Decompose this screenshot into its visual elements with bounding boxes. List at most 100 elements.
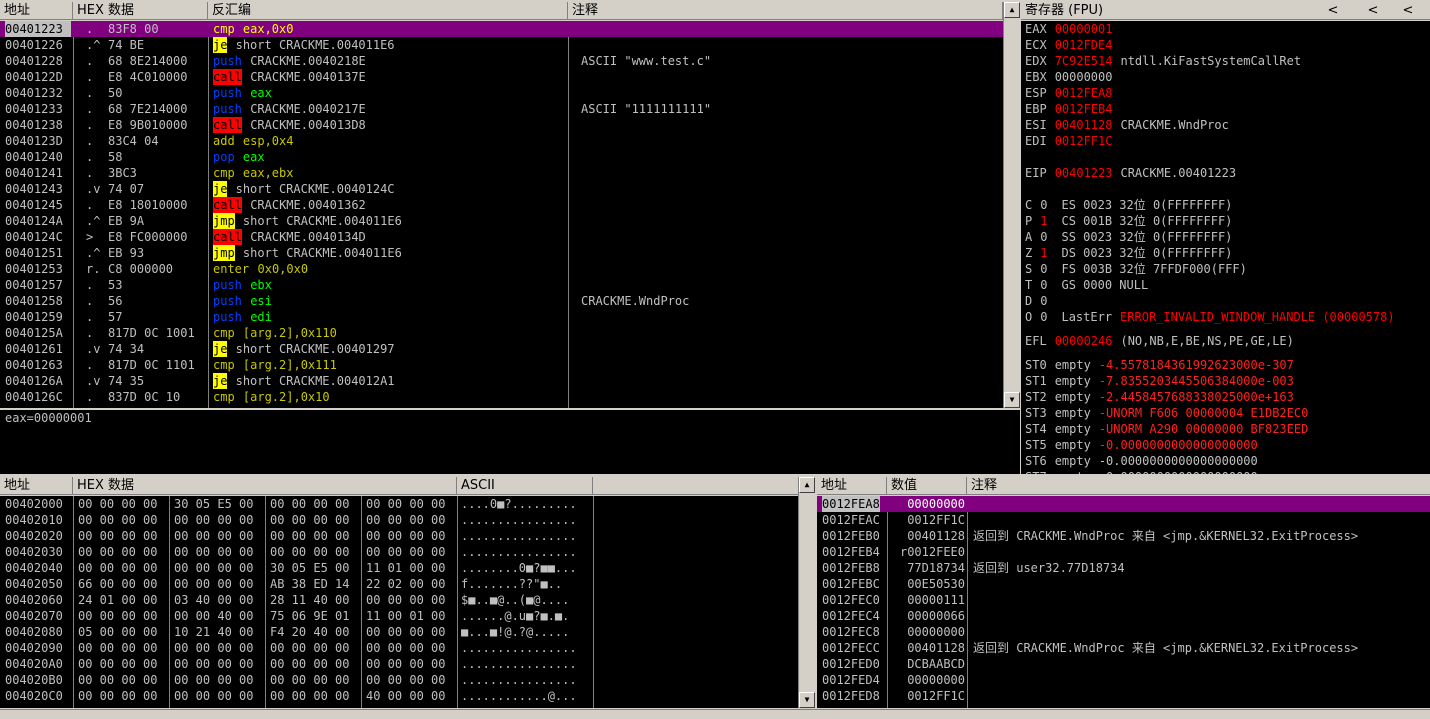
dump-hex-group[interactable]: 00 00 00 00 xyxy=(78,528,157,544)
efl-row[interactable]: EFL 00000246 (NO,NB,E,BE,NS,PE,GE,LE) xyxy=(1025,333,1430,349)
dump-hex-group[interactable]: 00 00 00 00 xyxy=(270,640,349,656)
dump-hex-group[interactable]: 00 00 00 00 xyxy=(366,496,445,512)
stack-value[interactable]: 00401128 xyxy=(895,640,965,656)
dump-hex-group[interactable]: 00 00 40 00 xyxy=(174,608,253,624)
fpu-row[interactable]: ST1 empty -7.8355203445506384000e-003 xyxy=(1025,373,1430,389)
stack-value[interactable]: 00000111 xyxy=(895,592,965,608)
dump-hex-group[interactable]: 22 02 00 00 xyxy=(366,576,445,592)
register-value[interactable]: 0012FEB4 xyxy=(1055,102,1113,116)
dump-row[interactable]: 00402000 00 00 00 00 30 05 E5 00 00 00 00 0… xyxy=(0,496,798,512)
register-value[interactable]: 00401223 xyxy=(1055,166,1113,180)
flag-bit[interactable]: 1 xyxy=(1040,214,1047,228)
dump-row[interactable]: 00402030 00 00 00 00 00 00 00 00 00 00 00 0… xyxy=(0,544,798,560)
dump-scrollbar[interactable]: ▲ ▼ xyxy=(798,477,815,708)
flag-row[interactable]: C 0 ES 0023 32位 0(FFFFFFFF) xyxy=(1025,197,1430,213)
dump-hex-group[interactable]: 00 00 00 00 xyxy=(174,688,253,704)
dump-hex-group[interactable]: 00 00 00 00 xyxy=(366,512,445,528)
stack-value[interactable]: 00401128 xyxy=(895,528,965,544)
fpu-value[interactable]: -0.0000000000000000000 xyxy=(1099,438,1258,452)
dump-hex-group[interactable]: 11 00 01 00 xyxy=(366,608,445,624)
dump-hex-group[interactable]: 00 00 00 00 xyxy=(78,512,157,528)
fpu-row[interactable]: ST7 empty -0.0000000000000000000 xyxy=(1025,469,1430,474)
register-row-eip[interactable]: EIP 00401223 CRACKME.00401223 xyxy=(1025,165,1430,181)
regs-nav-3[interactable]: < xyxy=(1391,2,1421,19)
stack-row[interactable]: 0012FED0 DCBAABCD xyxy=(817,656,1430,672)
stack-row[interactable]: 0012FEBC 00E50530 xyxy=(817,576,1430,592)
disasm-row[interactable]: 00401261 .v 74 34 je short CRACKME.00401297 xyxy=(0,341,1003,357)
dump-pane[interactable]: 00402000 00 00 00 00 30 05 E5 00 00 00 00 0… xyxy=(0,496,798,708)
disasm-row[interactable]: 00401240. 58 pop eax xyxy=(0,149,1003,165)
dump-row[interactable]: 00402060 24 01 00 00 03 40 00 00 28 11 40 0… xyxy=(0,592,798,608)
dump-hex-group[interactable]: 00 00 00 00 xyxy=(174,672,253,688)
stack-row[interactable]: 0012FECC 00401128 返回到 CRACKME.WndProc 来自 <… xyxy=(817,640,1430,656)
register-row[interactable]: EDI 0012FF1C xyxy=(1025,133,1430,149)
stack-row[interactable]: 0012FED4 00000000 xyxy=(817,672,1430,688)
dump-hex-group[interactable]: 00 00 00 00 xyxy=(174,544,253,560)
disasm-pane[interactable]: 00401223. 83F8 00 cmp eax,0x0 00401226 .^ 74 B… xyxy=(0,21,1003,408)
dump-hex-group[interactable]: 00 00 00 00 xyxy=(174,640,253,656)
scroll-down-icon[interactable]: ▼ xyxy=(799,692,815,708)
dump-hex-group[interactable]: 00 00 00 00 xyxy=(78,560,157,576)
stack-row[interactable]: 0012FEB8 77D18734 返回到 user32.77D18734 xyxy=(817,560,1430,576)
dump-hex-group[interactable]: 00 00 00 00 xyxy=(174,656,253,672)
registers-pane[interactable]: EAX 00000001 ECX 0012FDE4 EDX 7C92E514 ntdll.K… xyxy=(1021,21,1430,474)
stack-row[interactable]: 0012FEC4 00000066 xyxy=(817,608,1430,624)
dump-hex-group[interactable]: 00 00 00 00 xyxy=(78,672,157,688)
stack-row[interactable]: 0012FEB0 00401128 返回到 CRACKME.WndProc 来自 <… xyxy=(817,528,1430,544)
dump-row[interactable]: 00402050 66 00 00 00 00 00 00 00 AB 38 ED 1… xyxy=(0,576,798,592)
dump-hex-group[interactable]: 05 00 00 00 xyxy=(78,624,157,640)
stack-value[interactable]: 00000066 xyxy=(895,608,965,624)
col-stack-value[interactable]: 数值 xyxy=(887,477,967,494)
dump-hex-group[interactable]: 00 00 00 00 xyxy=(270,656,349,672)
col-address[interactable]: 地址 xyxy=(0,2,73,19)
disasm-row[interactable]: 0040123D. 83C4 04 add esp,0x4 xyxy=(0,133,1003,149)
disasm-row[interactable]: 00401238. E8 9B010000 call CRACKME.004013D8 xyxy=(0,117,1003,133)
flag-row[interactable]: S 0 FS 003B 32位 7FFDF000(FFF) xyxy=(1025,261,1430,277)
stack-value[interactable]: 0012FF1C xyxy=(895,512,965,528)
dump-row[interactable]: 00402080 05 00 00 00 10 21 40 00 F4 20 40 0… xyxy=(0,624,798,640)
fpu-row[interactable]: ST3 empty -UNORM F606 00000004 E1DB2EC0 xyxy=(1025,405,1430,421)
disasm-row[interactable]: 00401263. 817D 0C 1101 cmp [arg.2],0x111 xyxy=(0,357,1003,373)
disasm-row[interactable]: 00401223. 83F8 00 cmp eax,0x0 xyxy=(0,21,1003,37)
dump-hex-group[interactable]: 00 00 00 00 xyxy=(366,592,445,608)
col-hex[interactable]: HEX 数据 xyxy=(73,2,208,19)
col-stack-comment[interactable]: 注释 xyxy=(967,477,1430,494)
flag-row[interactable]: A 0 SS 0023 32位 0(FFFFFFFF) xyxy=(1025,229,1430,245)
dump-hex-group[interactable]: 00 00 00 00 xyxy=(270,672,349,688)
register-value[interactable]: 00000246 xyxy=(1055,334,1113,348)
dump-hex-group[interactable]: 24 01 00 00 xyxy=(78,592,157,608)
fpu-value[interactable]: -0.0000000000000000000 xyxy=(1099,454,1258,468)
dump-hex-group[interactable]: 00 00 00 00 xyxy=(366,544,445,560)
dump-hex-group[interactable]: 00 00 00 00 xyxy=(270,544,349,560)
scroll-down-icon[interactable]: ▼ xyxy=(1004,392,1020,408)
dump-hex-group[interactable]: 03 40 00 00 xyxy=(174,592,253,608)
stack-row[interactable]: 0012FEA8 00000000 xyxy=(817,496,1430,512)
register-row[interactable]: EBP 0012FEB4 xyxy=(1025,101,1430,117)
dump-hex-group[interactable]: 00 00 00 00 xyxy=(78,496,157,512)
dump-hex-group[interactable]: 66 00 00 00 xyxy=(78,576,157,592)
col-dump-address[interactable]: 地址 xyxy=(0,477,73,494)
dump-hex-group[interactable]: 00 00 00 00 xyxy=(270,512,349,528)
stack-row[interactable]: 0012FED8 0012FF1C xyxy=(817,688,1430,704)
scroll-up-icon[interactable]: ▲ xyxy=(799,477,815,493)
flag-bit[interactable]: 0 xyxy=(1040,198,1047,212)
fpu-value[interactable]: -4.5578184361992623000e-307 xyxy=(1099,358,1294,372)
register-row[interactable]: EBX 00000000 xyxy=(1025,69,1430,85)
stack-value[interactable]: DCBAABCD xyxy=(895,656,965,672)
register-row[interactable]: ECX 0012FDE4 xyxy=(1025,37,1430,53)
col-disasm[interactable]: 反汇编 xyxy=(208,2,568,19)
dump-hex-group[interactable]: AB 38 ED 14 xyxy=(270,576,349,592)
disasm-row[interactable]: 00401243 .v 74 07 je short CRACKME.0040124C xyxy=(0,181,1003,197)
dump-hex-group[interactable]: 00 00 00 00 xyxy=(78,640,157,656)
disasm-row[interactable]: 00401226 .^ 74 BE je short CRACKME.004011E6 xyxy=(0,37,1003,53)
register-value[interactable]: 0012FEA8 xyxy=(1055,86,1113,100)
dump-hex-group[interactable]: 00 00 00 00 xyxy=(366,672,445,688)
dump-row[interactable]: 00402020 00 00 00 00 00 00 00 00 00 00 00 0… xyxy=(0,528,798,544)
dump-hex-group[interactable]: 00 00 00 00 xyxy=(366,528,445,544)
dump-hex-group[interactable]: F4 20 40 00 xyxy=(270,624,349,640)
stack-value[interactable]: 00000000 xyxy=(895,624,965,640)
disasm-row[interactable]: 0040124A .^ EB 9A jmp short CRACKME.004011E6 xyxy=(0,213,1003,229)
disasm-row[interactable]: 00401259. 57 push edi xyxy=(0,309,1003,325)
fpu-value[interactable]: -UNORM F606 00000004 E1DB2EC0 xyxy=(1099,406,1309,420)
col-comment[interactable]: 注释 xyxy=(568,2,1003,19)
